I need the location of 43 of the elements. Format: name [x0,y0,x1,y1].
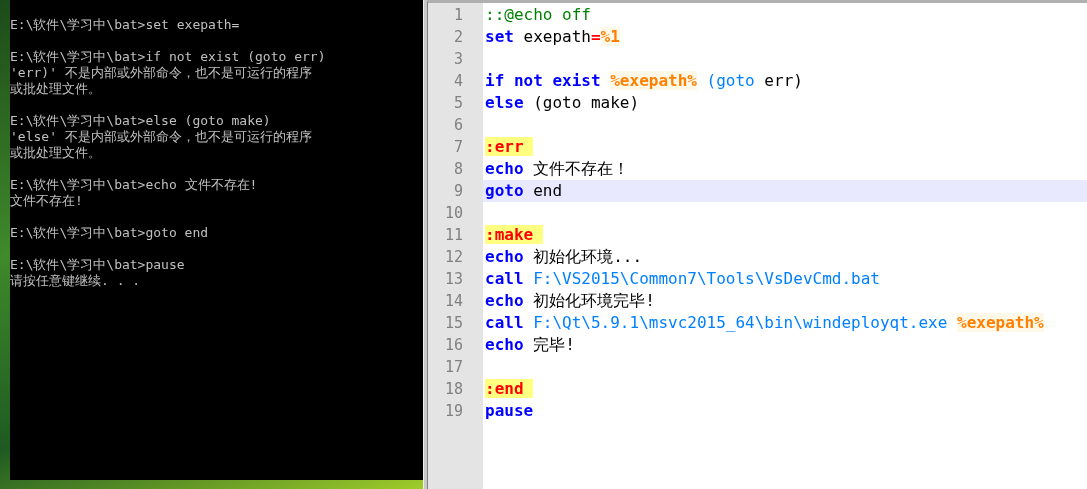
line-number: 17 [443,358,464,376]
code-line: echo 初始化环境... [485,246,643,268]
code-line: else (goto make) [485,92,640,114]
code-line: goto end [485,180,563,202]
code-line: pause [485,400,534,422]
console-line: 请按任意键继续. . . [10,273,142,289]
line-number: 19 [443,402,464,420]
line-number: 10 [443,204,464,222]
code-line: if not exist %exepath% (goto err) [485,70,803,92]
console-line: 文件不存在! [10,193,84,209]
line-number: 6 [452,116,464,134]
console-line: E:\软件\学习中\bat>else (goto make) [10,113,272,129]
line-number: 15 [443,314,464,332]
console-line: E:\软件\学习中\bat>set exepath= [10,17,241,33]
console-line: E:\软件\学习中\bat>goto end [10,225,210,241]
line-number: 9 [452,182,464,200]
console-line: E:\软件\学习中\bat>if not exist (goto err) [10,49,327,65]
console-line: E:\软件\学习中\bat>echo 文件不存在! [10,177,259,193]
code-line: call F:\VS2015\Common7\Tools\VsDevCmd.bat [485,268,880,290]
console-line: 'else' 不是内部或外部命令，也不是可运行的程序 [10,129,313,145]
line-number: 14 [443,292,464,310]
console-line: 或批处理文件。 [10,81,102,97]
line-number: 16 [443,336,464,354]
line-number: 2 [452,28,464,46]
line-number: 4 [452,72,464,90]
line-number: 1 [452,6,464,24]
line-number: 7 [452,138,464,156]
code-line: echo 完毕! [485,334,575,356]
code-line: echo 文件不存在！ [485,158,630,180]
code-line: ::@echo off [485,4,591,26]
console-line: 'err)' 不是内部或外部命令，也不是可运行的程序 [10,65,313,81]
line-number: 18 [443,380,464,398]
code-line: set exepath=%1 [485,26,620,48]
line-number: 5 [452,94,464,112]
console-line: 或批处理文件。 [10,145,102,161]
line-number: 13 [443,270,464,288]
code-line: echo 初始化环境完毕! [485,290,655,312]
line-number: 8 [452,160,464,178]
line-number: 3 [452,50,464,68]
line-number: 12 [443,248,464,266]
line-number: 11 [443,226,464,244]
console-line: E:\软件\学习中\bat>pause [10,257,186,273]
code-line: call F:\Qt\5.9.1\msvc2015_64\bin\windeployqt.exe %exepath% [485,312,1044,334]
